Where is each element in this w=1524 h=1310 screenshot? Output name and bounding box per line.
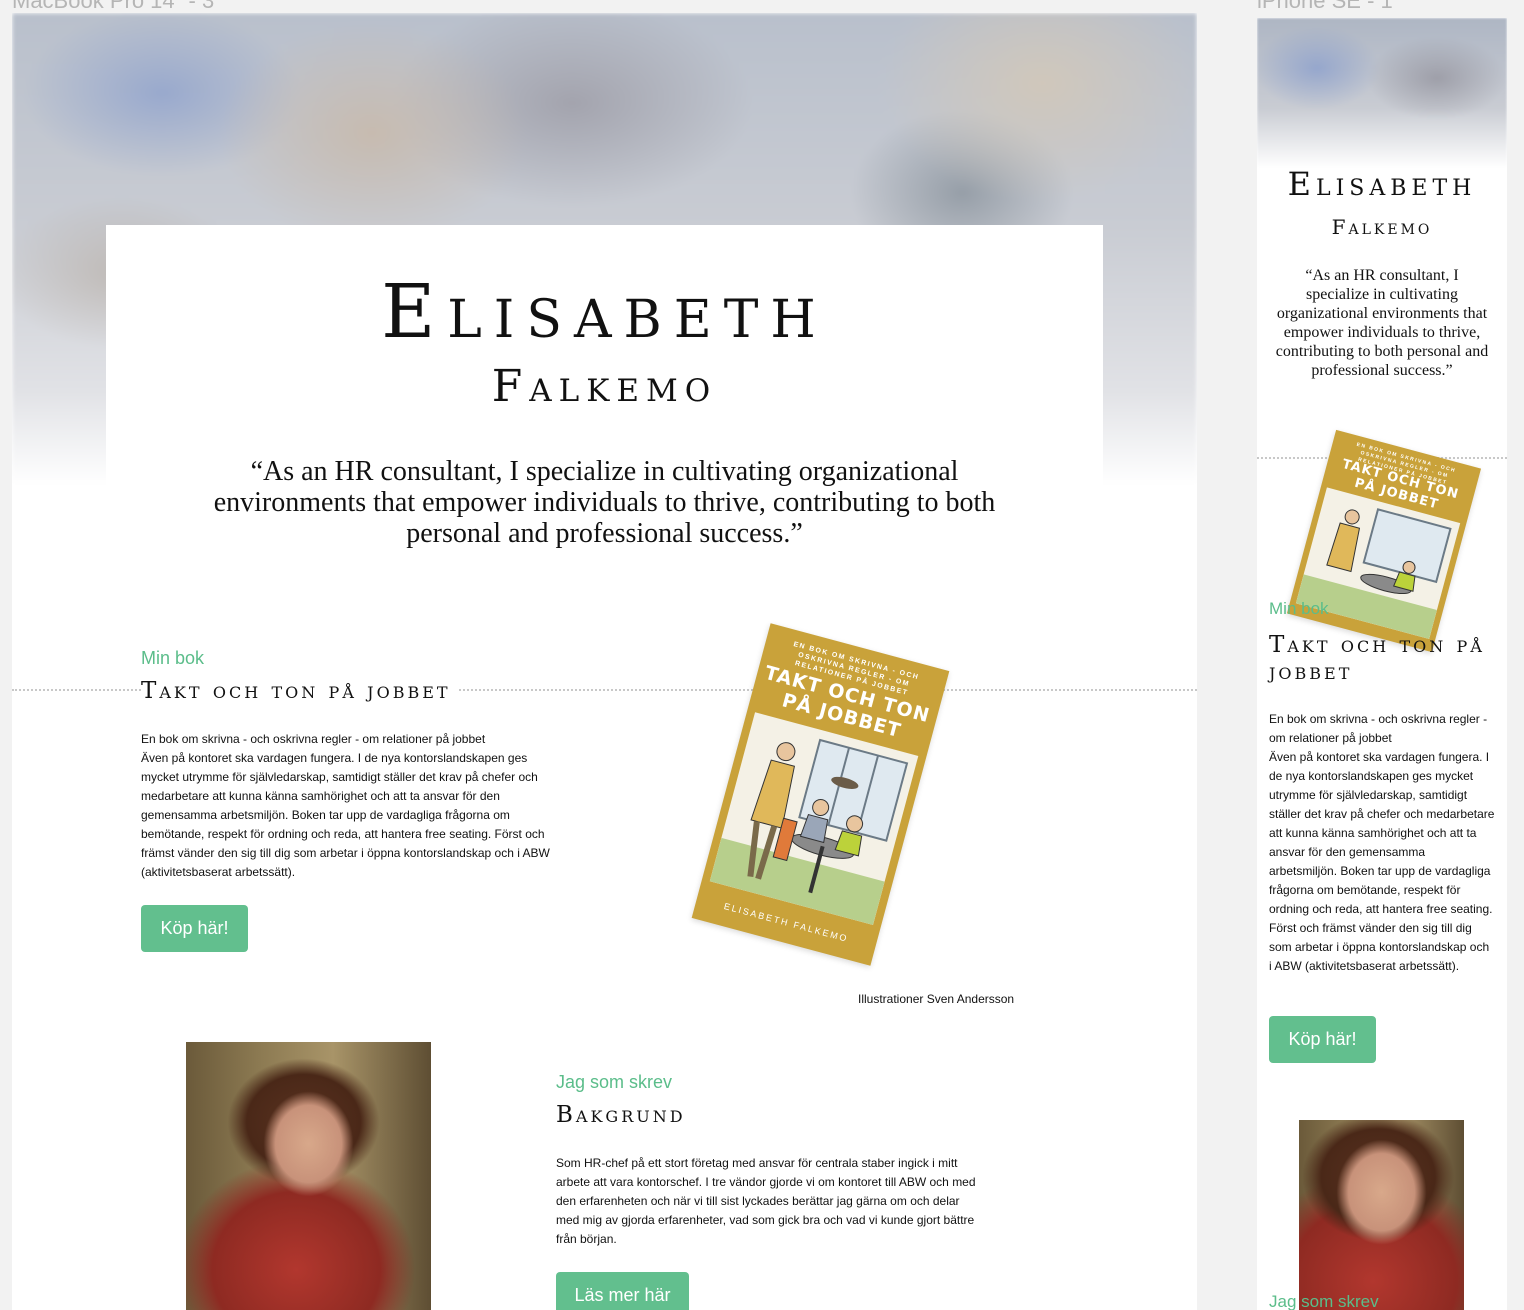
mobile-book-title: Takt och ton på jobbet [1269,632,1485,685]
book-eyebrow: Min bok [141,648,205,668]
mobile-buy-button[interactable]: Köp här! [1269,1016,1376,1063]
hero-first-name: Elisabeth [381,269,828,355]
mobile-frame-label: iPhone SE - 1 [1257,0,1393,13]
mobile-author-photo [1299,1120,1464,1310]
mobile-hero-last-name: Falkemo [1331,215,1433,239]
mobile-hero-first-name: Elisabeth [1287,165,1477,203]
mobile-book-eyebrow: Min bok [1269,599,1329,618]
mobile-hero-quote: “As an HR consultant, I specialize in cu… [1275,267,1489,379]
mobile-hero-background-image [1257,18,1507,168]
about-eyebrow: Jag som skrev [556,1072,673,1092]
illustration-caption: Illustrationer Sven Andersson [858,992,1015,1006]
mobile-frame: Elisabeth Falkemo “As an HR consultant, … [1257,18,1507,1310]
hero-last-name: Falkemo [491,361,718,412]
about-title: Bakgrund [556,1104,692,1127]
book-cover-illustration [709,712,919,926]
buy-button[interactable]: Köp här! [141,905,248,952]
desktop-frame-label: MacBook Pro 14" - 3 [12,0,215,13]
book-description: En bok om skrivna - och oskrivna regler … [141,732,550,879]
about-description: Som HR-chef på ett stort företag med ans… [556,1156,976,1246]
mobile-about-eyebrow: Jag som skrev [1269,1292,1379,1310]
book-cover: EN BOK OM SKRIVNA - OCH OSKRIVNA REGLER … [691,623,950,966]
hero-quote: “As an HR consultant, I specialize in cu… [213,456,996,549]
author-photo [186,1042,431,1310]
desktop-frame: Elisabeth Falkemo “As an HR consultant, … [12,13,1197,1310]
book-title: Takt och ton på jobbet [141,680,457,703]
read-more-button[interactable]: Läs mer här [556,1272,689,1310]
mobile-book-description: En bok om skrivna - och oskrivna regler … [1269,712,1495,973]
